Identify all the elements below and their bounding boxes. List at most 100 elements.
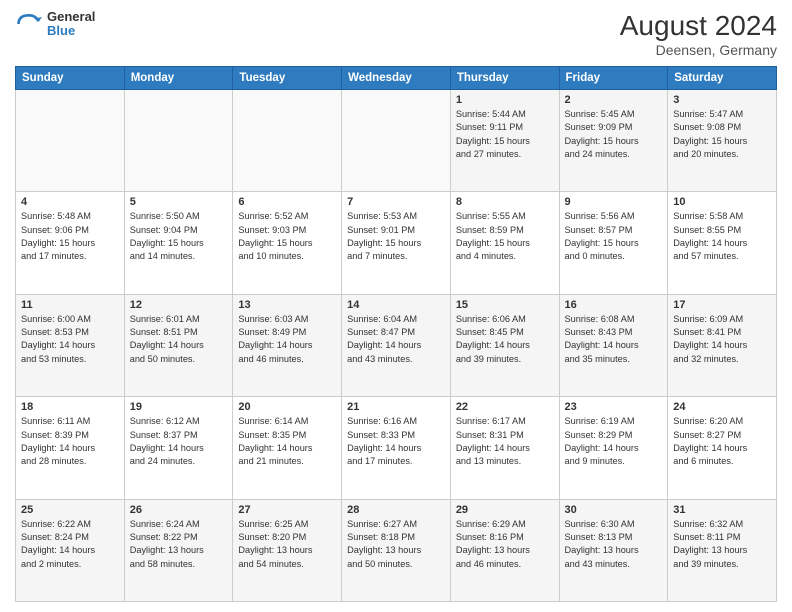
- column-header-saturday: Saturday: [668, 67, 777, 90]
- calendar-cell: 27 Sunrise: 6:25 AM Sunset: 8:20 PM Dayli…: [233, 499, 342, 601]
- calendar-week-row: 4 Sunrise: 5:48 AM Sunset: 9:06 PM Daylig…: [16, 192, 777, 294]
- logo-line2: Blue: [47, 24, 95, 38]
- calendar-week-row: 18 Sunrise: 6:11 AM Sunset: 8:39 PM Dayli…: [16, 397, 777, 499]
- calendar-week-row: 25 Sunrise: 6:22 AM Sunset: 8:24 PM Dayli…: [16, 499, 777, 601]
- calendar-cell: 4 Sunrise: 5:48 AM Sunset: 9:06 PM Daylig…: [16, 192, 125, 294]
- day-number: 6: [238, 196, 336, 208]
- day-number: 2: [565, 94, 663, 106]
- column-header-friday: Friday: [559, 67, 668, 90]
- day-info: Sunrise: 5:45 AM Sunset: 9:09 PM Dayligh…: [565, 108, 663, 161]
- logo-icon: [15, 10, 43, 38]
- calendar-cell: 25 Sunrise: 6:22 AM Sunset: 8:24 PM Dayli…: [16, 499, 125, 601]
- day-info: Sunrise: 5:44 AM Sunset: 9:11 PM Dayligh…: [456, 108, 554, 161]
- calendar-header-row: SundayMondayTuesdayWednesdayThursdayFrid…: [16, 67, 777, 90]
- day-number: 8: [456, 196, 554, 208]
- day-info: Sunrise: 6:30 AM Sunset: 8:13 PM Dayligh…: [565, 518, 663, 571]
- calendar-cell: 7Sunrise: 5:53 AM Sunset: 9:01 PM Daylig…: [342, 192, 451, 294]
- calendar-cell: 6 Sunrise: 5:52 AM Sunset: 9:03 PM Daylig…: [233, 192, 342, 294]
- day-info: Sunrise: 6:00 AM Sunset: 8:53 PM Dayligh…: [21, 313, 119, 366]
- day-number: 13: [238, 299, 336, 311]
- calendar-cell: 12 Sunrise: 6:01 AM Sunset: 8:51 PM Dayli…: [124, 294, 233, 396]
- calendar-week-row: 11 Sunrise: 6:00 AM Sunset: 8:53 PM Dayli…: [16, 294, 777, 396]
- day-info: Sunrise: 5:50 AM Sunset: 9:04 PM Dayligh…: [130, 210, 228, 263]
- calendar-cell: 5 Sunrise: 5:50 AM Sunset: 9:04 PM Daylig…: [124, 192, 233, 294]
- day-number: 1: [456, 94, 554, 106]
- day-number: 26: [130, 504, 228, 516]
- day-number: 20: [238, 401, 336, 413]
- day-info: Sunrise: 6:01 AM Sunset: 8:51 PM Dayligh…: [130, 313, 228, 366]
- calendar-cell: 24 Sunrise: 6:20 AM Sunset: 8:27 PM Dayli…: [668, 397, 777, 499]
- logo-text: General Blue: [47, 10, 95, 39]
- calendar-cell: 3Sunrise: 5:47 AM Sunset: 9:08 PM Daylig…: [668, 90, 777, 192]
- day-number: 30: [565, 504, 663, 516]
- day-number: 24: [673, 401, 771, 413]
- day-info: Sunrise: 6:32 AM Sunset: 8:11 PM Dayligh…: [673, 518, 771, 571]
- calendar-cell: 29Sunrise: 6:29 AM Sunset: 8:16 PM Dayli…: [450, 499, 559, 601]
- calendar-cell: 31 Sunrise: 6:32 AM Sunset: 8:11 PM Dayli…: [668, 499, 777, 601]
- day-number: 4: [21, 196, 119, 208]
- calendar-cell: 14Sunrise: 6:04 AM Sunset: 8:47 PM Dayli…: [342, 294, 451, 396]
- day-number: 7: [347, 196, 445, 208]
- calendar-cell: 1 Sunrise: 5:44 AM Sunset: 9:11 PM Daylig…: [450, 90, 559, 192]
- day-number: 25: [21, 504, 119, 516]
- day-info: Sunrise: 6:29 AM Sunset: 8:16 PM Dayligh…: [456, 518, 554, 571]
- calendar-cell: [233, 90, 342, 192]
- day-info: Sunrise: 6:11 AM Sunset: 8:39 PM Dayligh…: [21, 415, 119, 468]
- day-info: Sunrise: 6:06 AM Sunset: 8:45 PM Dayligh…: [456, 313, 554, 366]
- day-info: Sunrise: 6:16 AM Sunset: 8:33 PM Dayligh…: [347, 415, 445, 468]
- day-info: Sunrise: 5:47 AM Sunset: 9:08 PM Dayligh…: [673, 108, 771, 161]
- day-info: Sunrise: 6:19 AM Sunset: 8:29 PM Dayligh…: [565, 415, 663, 468]
- day-info: Sunrise: 6:08 AM Sunset: 8:43 PM Dayligh…: [565, 313, 663, 366]
- logo: General Blue: [15, 10, 95, 39]
- day-info: Sunrise: 5:58 AM Sunset: 8:55 PM Dayligh…: [673, 210, 771, 263]
- day-info: Sunrise: 6:25 AM Sunset: 8:20 PM Dayligh…: [238, 518, 336, 571]
- calendar-cell: 22 Sunrise: 6:17 AM Sunset: 8:31 PM Dayli…: [450, 397, 559, 499]
- logo-line1: General: [47, 10, 95, 24]
- day-info: Sunrise: 6:22 AM Sunset: 8:24 PM Dayligh…: [21, 518, 119, 571]
- column-header-sunday: Sunday: [16, 67, 125, 90]
- title-section: August 2024 Deensen, Germany: [620, 10, 777, 58]
- column-header-monday: Monday: [124, 67, 233, 90]
- day-number: 12: [130, 299, 228, 311]
- day-info: Sunrise: 6:20 AM Sunset: 8:27 PM Dayligh…: [673, 415, 771, 468]
- day-info: Sunrise: 5:52 AM Sunset: 9:03 PM Dayligh…: [238, 210, 336, 263]
- day-number: 5: [130, 196, 228, 208]
- day-number: 18: [21, 401, 119, 413]
- day-number: 11: [21, 299, 119, 311]
- day-number: 28: [347, 504, 445, 516]
- day-number: 27: [238, 504, 336, 516]
- day-number: 9: [565, 196, 663, 208]
- day-info: Sunrise: 6:12 AM Sunset: 8:37 PM Dayligh…: [130, 415, 228, 468]
- day-number: 22: [456, 401, 554, 413]
- calendar-cell: 17 Sunrise: 6:09 AM Sunset: 8:41 PM Dayli…: [668, 294, 777, 396]
- day-number: 31: [673, 504, 771, 516]
- day-number: 14: [347, 299, 445, 311]
- day-number: 17: [673, 299, 771, 311]
- day-info: Sunrise: 5:56 AM Sunset: 8:57 PM Dayligh…: [565, 210, 663, 263]
- calendar-cell: 21 Sunrise: 6:16 AM Sunset: 8:33 PM Dayli…: [342, 397, 451, 499]
- calendar-cell: 26Sunrise: 6:24 AM Sunset: 8:22 PM Dayli…: [124, 499, 233, 601]
- calendar-cell: 9 Sunrise: 5:56 AM Sunset: 8:57 PM Daylig…: [559, 192, 668, 294]
- column-header-thursday: Thursday: [450, 67, 559, 90]
- day-info: Sunrise: 6:17 AM Sunset: 8:31 PM Dayligh…: [456, 415, 554, 468]
- day-number: 10: [673, 196, 771, 208]
- page: General Blue August 2024 Deensen, German…: [0, 0, 792, 612]
- calendar-cell: 20 Sunrise: 6:14 AM Sunset: 8:35 PM Dayli…: [233, 397, 342, 499]
- day-info: Sunrise: 6:27 AM Sunset: 8:18 PM Dayligh…: [347, 518, 445, 571]
- day-number: 15: [456, 299, 554, 311]
- day-info: Sunrise: 6:09 AM Sunset: 8:41 PM Dayligh…: [673, 313, 771, 366]
- calendar-cell: 16Sunrise: 6:08 AM Sunset: 8:43 PM Dayli…: [559, 294, 668, 396]
- day-info: Sunrise: 6:14 AM Sunset: 8:35 PM Dayligh…: [238, 415, 336, 468]
- calendar-cell: [16, 90, 125, 192]
- calendar-subtitle: Deensen, Germany: [620, 42, 777, 58]
- day-number: 23: [565, 401, 663, 413]
- header: General Blue August 2024 Deensen, German…: [15, 10, 777, 58]
- calendar-cell: 10 Sunrise: 5:58 AM Sunset: 8:55 PM Dayli…: [668, 192, 777, 294]
- day-number: 21: [347, 401, 445, 413]
- calendar-title: August 2024: [620, 10, 777, 42]
- calendar-cell: 19Sunrise: 6:12 AM Sunset: 8:37 PM Dayli…: [124, 397, 233, 499]
- day-info: Sunrise: 5:48 AM Sunset: 9:06 PM Dayligh…: [21, 210, 119, 263]
- calendar-table: SundayMondayTuesdayWednesdayThursdayFrid…: [15, 66, 777, 602]
- calendar-cell: 8Sunrise: 5:55 AM Sunset: 8:59 PM Daylig…: [450, 192, 559, 294]
- column-header-tuesday: Tuesday: [233, 67, 342, 90]
